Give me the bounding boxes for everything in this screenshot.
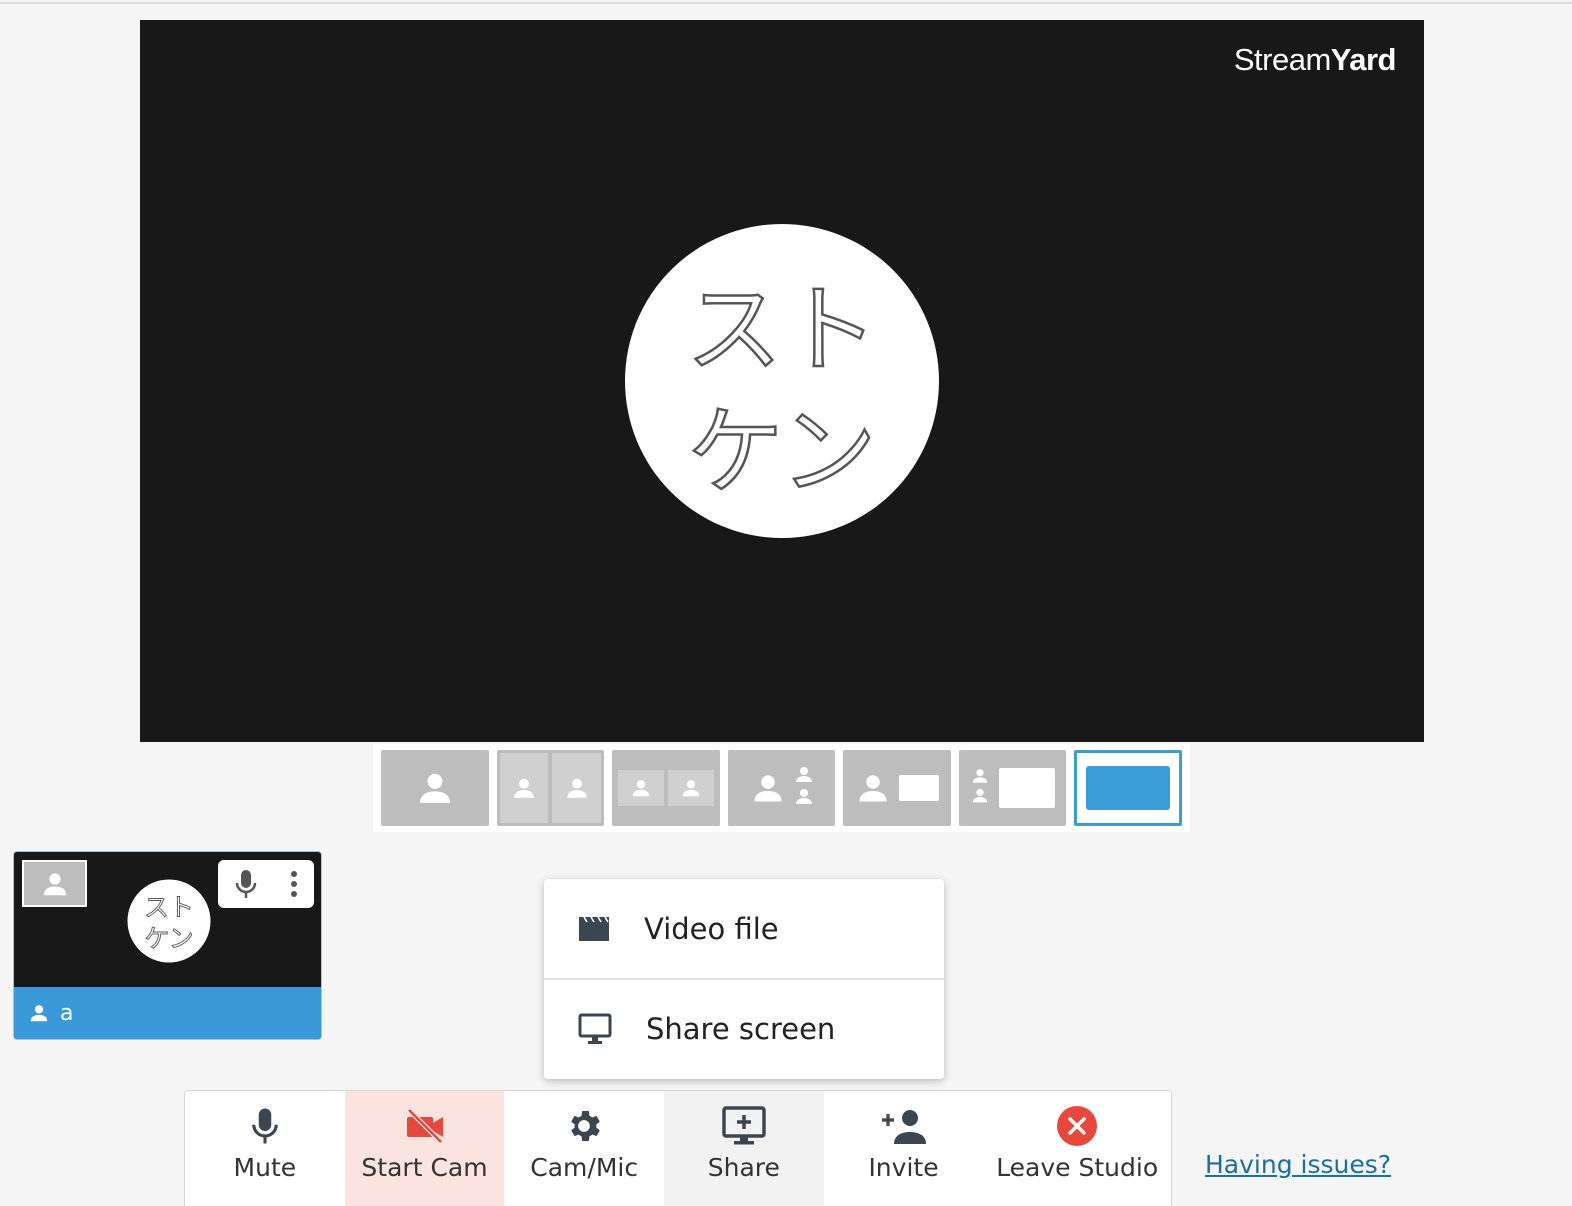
studio-toolbar: Mute Start Cam Cam/Mic Share Invite Leav… <box>184 1090 1172 1206</box>
leader-layout-button[interactable] <box>843 750 951 826</box>
broadcast-stage: StreamYard スト ケン <box>140 20 1424 742</box>
stacked-people-icon <box>795 767 812 804</box>
participant-namebar: a <box>14 987 321 1039</box>
mute-label: Mute <box>233 1153 297 1182</box>
person-icon <box>43 872 66 895</box>
solo-layout-icon <box>419 773 450 803</box>
fullscreen-layout-icon <box>1086 766 1171 810</box>
person-icon <box>30 1005 48 1022</box>
leave-studio-button[interactable]: Leave Studio <box>983 1091 1171 1206</box>
clapperboard-icon <box>579 916 609 941</box>
gear-icon <box>571 1111 601 1141</box>
share-menu: Video file Share screen <box>544 879 944 1079</box>
add-to-stage-button[interactable] <box>22 860 87 907</box>
share-button[interactable]: Share <box>664 1091 824 1206</box>
menu-item-label: Share screen <box>646 1011 836 1046</box>
split-layout-button[interactable] <box>496 750 605 826</box>
cam-mic-label: Cam/Mic <box>530 1153 639 1182</box>
monitor-icon <box>578 1013 612 1044</box>
avatar-text-line1: スト <box>686 274 878 386</box>
microphone-icon <box>252 1108 278 1144</box>
screen-share-icon <box>722 1106 766 1145</box>
avatar-text-line2: ケン <box>144 924 193 953</box>
stage-avatar: スト ケン <box>625 224 939 538</box>
group-layout-button[interactable] <box>727 750 836 826</box>
start-cam-button[interactable]: Start Cam <box>344 1091 505 1206</box>
person-icon <box>632 780 650 797</box>
stacked-people-icon <box>972 769 987 803</box>
microphone-icon[interactable] <box>234 868 258 900</box>
avatar-text-line2: ケン <box>687 396 876 508</box>
more-options-icon[interactable] <box>290 870 298 898</box>
sidebar-layout-button[interactable] <box>958 750 1067 826</box>
menu-item-video-file[interactable]: Video file <box>544 879 944 978</box>
participant-card[interactable]: スト ケン a <box>13 851 322 1040</box>
having-issues-link[interactable]: Having issues? <box>1205 1150 1391 1179</box>
screen-placeholder <box>998 768 1055 808</box>
cam-mic-settings-button[interactable]: Cam/Mic <box>504 1091 664 1206</box>
person-icon <box>682 780 700 797</box>
layout-selector <box>373 744 1190 832</box>
participant-controls <box>218 860 314 908</box>
participant-avatar: スト ケン <box>127 879 211 963</box>
person-icon <box>514 778 534 798</box>
person-icon <box>859 775 887 802</box>
top-divider <box>0 2 1572 4</box>
close-circle-icon <box>1057 1106 1098 1146</box>
start-cam-label: Start Cam <box>361 1153 488 1182</box>
share-label: Share <box>707 1153 780 1182</box>
menu-item-label: Video file <box>644 911 779 946</box>
solo-layout-button[interactable] <box>381 750 489 826</box>
person-icon <box>754 775 781 802</box>
person-icon <box>567 778 587 798</box>
avatar-text-line1: スト <box>144 893 194 922</box>
camera-off-icon <box>406 1108 443 1144</box>
mute-button[interactable]: Mute <box>185 1091 345 1206</box>
participant-name: a <box>60 1000 74 1026</box>
menu-item-share-screen[interactable]: Share screen <box>544 978 944 1077</box>
invite-label: Invite <box>868 1153 939 1182</box>
screen-placeholder <box>899 775 940 801</box>
invite-button[interactable]: Invite <box>824 1091 984 1206</box>
fullscreen-layout-button[interactable] <box>1074 750 1182 826</box>
leave-studio-label: Leave Studio <box>996 1153 1159 1182</box>
streamyard-logo: StreamYard <box>1233 42 1397 77</box>
thin-split-layout-button[interactable] <box>612 750 720 826</box>
add-person-icon <box>881 1110 926 1144</box>
